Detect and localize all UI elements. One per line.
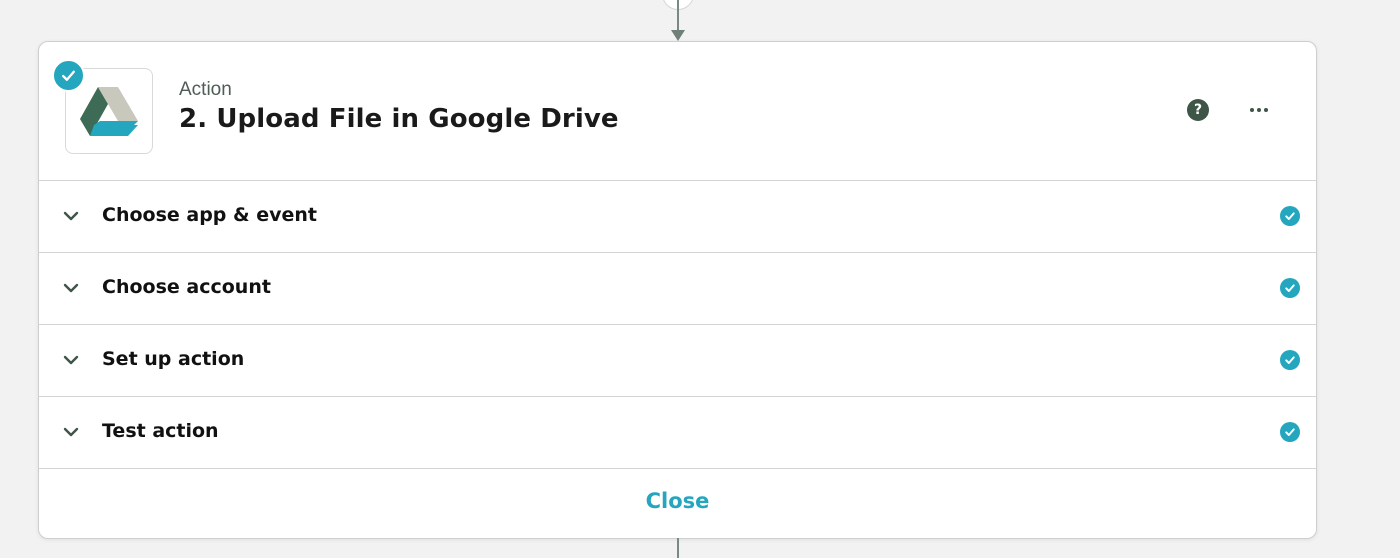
- step-title: 2. Upload File in Google Drive: [179, 104, 619, 134]
- chevron-down-icon: [63, 355, 79, 365]
- section-test-action[interactable]: Test action: [39, 397, 1316, 469]
- step-card: Action 2. Upload File in Google Drive ? …: [38, 41, 1317, 539]
- connector-line-bottom: [677, 538, 679, 558]
- section-label: Test action: [102, 420, 219, 442]
- step-header[interactable]: Action 2. Upload File in Google Drive ?: [39, 42, 1316, 181]
- chevron-down-icon: [63, 211, 79, 221]
- section-choose-account[interactable]: Choose account: [39, 253, 1316, 325]
- step-kind-label: Action: [179, 79, 232, 100]
- check-circle-icon: [1280, 350, 1300, 370]
- section-choose-app-event[interactable]: Choose app & event: [39, 181, 1316, 253]
- section-set-up-action[interactable]: Set up action: [39, 325, 1316, 397]
- step-footer: Close: [39, 469, 1316, 539]
- connector-arrow-icon: [671, 30, 685, 41]
- chevron-down-icon: [63, 283, 79, 293]
- check-circle-icon: [1280, 278, 1300, 298]
- step-complete-check-icon: [52, 59, 85, 92]
- close-button[interactable]: Close: [39, 489, 1316, 513]
- section-label: Choose app & event: [102, 204, 317, 226]
- more-horizontal-icon[interactable]: [1245, 96, 1273, 124]
- section-label: Choose account: [102, 276, 271, 298]
- check-circle-icon: [1280, 422, 1300, 442]
- check-circle-icon: [1280, 206, 1300, 226]
- section-label: Set up action: [102, 348, 245, 370]
- chevron-down-icon: [63, 427, 79, 437]
- google-drive-icon: [80, 87, 138, 136]
- question-icon[interactable]: ?: [1187, 99, 1209, 121]
